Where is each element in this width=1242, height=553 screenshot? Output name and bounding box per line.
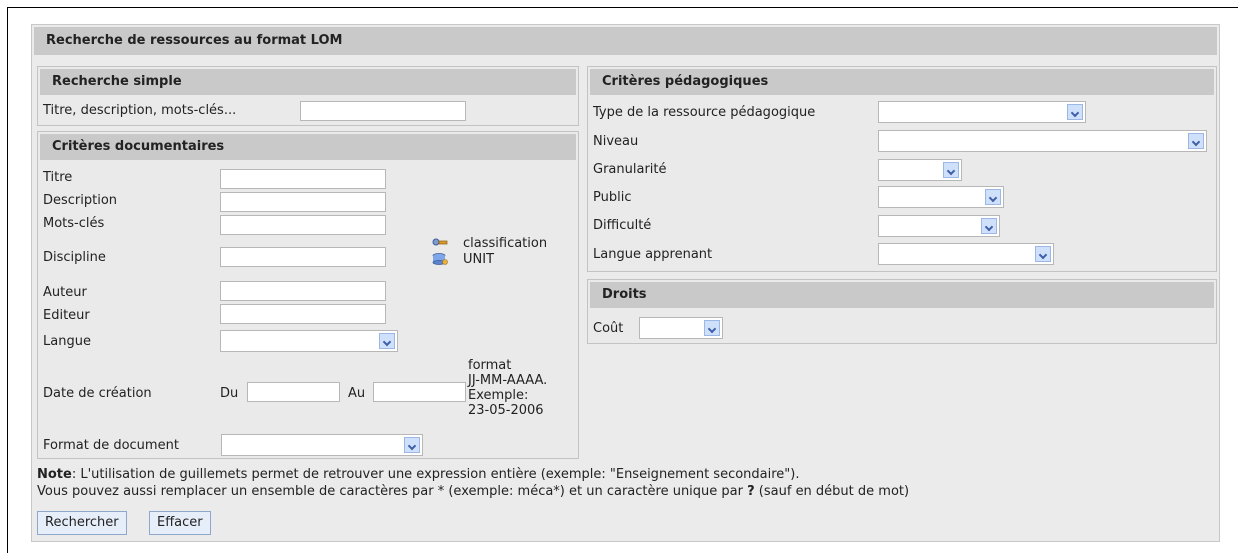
chevron-down-icon[interactable] [379, 333, 395, 349]
editeur-label: Editeur [43, 308, 90, 323]
form-title: Recherche de ressources au format LOM [34, 27, 1217, 55]
langue-select[interactable] [220, 330, 398, 352]
key-icon[interactable] [432, 237, 448, 249]
discipline-input[interactable] [220, 247, 386, 267]
mots-cles-input[interactable] [220, 215, 386, 235]
unit-link[interactable]: UNIT [463, 252, 494, 267]
droits-panel: Droits Coût [587, 279, 1217, 344]
note-text-1: : L'utilisation de guillemets permet de … [71, 467, 800, 482]
search-button[interactable]: Rechercher [37, 511, 127, 535]
peda-criteria-panel: Critères pédagogiques Type de la ressour… [587, 66, 1217, 272]
type-ressource-label: Type de la ressource pédagogique [593, 105, 816, 120]
niveau-label: Niveau [593, 134, 639, 149]
difficulte-label: Difficulté [593, 218, 652, 233]
public-label: Public [593, 190, 632, 205]
public-select[interactable] [878, 186, 1004, 208]
granularite-label: Granularité [593, 162, 667, 177]
note-line-1: Note: L'utilisation de guillemets permet… [37, 467, 800, 482]
date-creation-label: Date de création [43, 386, 152, 401]
clear-button[interactable]: Effacer [149, 511, 211, 535]
note-line-2: Vous pouvez aussi remplacer un ensemble … [37, 484, 909, 499]
database-icon[interactable] [432, 253, 448, 265]
au-label: Au [348, 386, 366, 401]
auteur-label: Auteur [43, 285, 87, 300]
cout-select[interactable] [639, 317, 723, 339]
type-ressource-select[interactable] [878, 101, 1086, 123]
chevron-down-icon[interactable] [404, 437, 420, 453]
peda-criteria-heading: Critères pédagogiques [590, 69, 1214, 95]
description-label: Description [43, 193, 118, 208]
chevron-down-icon[interactable] [943, 162, 959, 178]
auteur-input[interactable] [220, 281, 386, 301]
simple-search-label: Titre, description, mots-clés... [43, 103, 237, 118]
chevron-down-icon[interactable] [1067, 104, 1083, 120]
discipline-label: Discipline [43, 250, 106, 265]
chevron-down-icon[interactable] [981, 218, 997, 234]
chevron-down-icon[interactable] [1188, 133, 1204, 149]
format-document-select[interactable] [221, 434, 423, 456]
note-bold: Note [37, 467, 72, 482]
note-text-2b: (sauf en début de mot) [754, 484, 910, 499]
titre-label: Titre [43, 170, 73, 185]
droits-heading: Droits [590, 282, 1214, 308]
cout-label: Coût [593, 321, 624, 336]
mots-cles-label: Mots-clés [43, 216, 105, 231]
doc-criteria-panel: Critères documentaires Titre Description… [37, 131, 579, 459]
description-input[interactable] [220, 192, 386, 212]
format-document-label: Format de document [43, 438, 179, 453]
chevron-down-icon[interactable] [1035, 246, 1051, 262]
date-du-input[interactable] [247, 382, 340, 402]
search-form: Recherche de ressources au format LOM Re… [31, 24, 1220, 542]
editeur-input[interactable] [220, 304, 386, 324]
simple-search-input[interactable] [300, 101, 466, 121]
simple-search-heading: Recherche simple [40, 69, 576, 95]
difficulte-select[interactable] [878, 215, 1000, 237]
chevron-down-icon[interactable] [704, 320, 720, 336]
langue-label: Langue [43, 334, 91, 349]
niveau-select[interactable] [878, 130, 1207, 152]
du-label: Du [220, 386, 239, 401]
langue-apprenant-select[interactable] [878, 243, 1054, 265]
simple-search-panel: Recherche simple Titre, description, mot… [37, 66, 579, 126]
chevron-down-icon[interactable] [985, 189, 1001, 205]
date-au-input[interactable] [373, 382, 466, 402]
titre-input[interactable] [220, 169, 386, 189]
doc-criteria-heading: Critères documentaires [40, 134, 576, 160]
langue-apprenant-label: Langue apprenant [593, 247, 713, 262]
note-question-mark: ? [747, 484, 755, 499]
classification-link[interactable]: classification [463, 236, 547, 251]
granularite-select[interactable] [878, 159, 962, 181]
date-format-hint: format JJ-MM-AAAA. Exemple: 23-05-2006 [468, 358, 548, 418]
note-text-2a: Vous pouvez aussi remplacer un ensemble … [37, 484, 748, 499]
